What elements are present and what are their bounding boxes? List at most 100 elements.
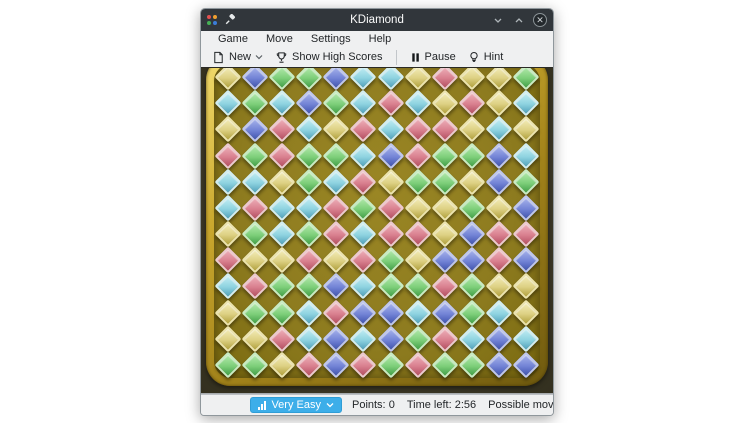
diamond-blue[interactable] xyxy=(241,116,268,143)
diamond-cyan[interactable] xyxy=(214,90,241,117)
diamond-red[interactable] xyxy=(486,221,513,248)
diamond-red[interactable] xyxy=(377,90,404,117)
diamond-cyan[interactable] xyxy=(268,90,295,117)
diamond-green[interactable] xyxy=(268,67,295,91)
diamond-green[interactable] xyxy=(323,90,350,117)
diamond-yellow[interactable] xyxy=(268,351,295,378)
pause-button[interactable]: Pause xyxy=(405,51,461,63)
diamond-red[interactable] xyxy=(404,221,431,248)
diamond-blue[interactable] xyxy=(513,194,540,221)
diamond-cyan[interactable] xyxy=(268,194,295,221)
diamond-cyan[interactable] xyxy=(214,168,241,195)
diamond-blue[interactable] xyxy=(486,351,513,378)
diamond-blue[interactable] xyxy=(377,325,404,352)
diamond-red[interactable] xyxy=(377,194,404,221)
diamond-yellow[interactable] xyxy=(431,221,458,248)
diamond-green[interactable] xyxy=(513,168,540,195)
diamond-cyan[interactable] xyxy=(296,116,323,143)
hint-button[interactable]: Hint xyxy=(463,51,509,64)
diamond-cyan[interactable] xyxy=(323,168,350,195)
diamond-red[interactable] xyxy=(268,142,295,169)
diamond-green[interactable] xyxy=(459,273,486,300)
diamond-green[interactable] xyxy=(268,273,295,300)
diamond-red[interactable] xyxy=(296,351,323,378)
diamond-green[interactable] xyxy=(241,90,268,117)
diamond-yellow[interactable] xyxy=(404,194,431,221)
diamond-red[interactable] xyxy=(350,247,377,274)
diamond-yellow[interactable] xyxy=(486,194,513,221)
diamond-cyan[interactable] xyxy=(377,67,404,91)
diamond-red[interactable] xyxy=(431,273,458,300)
diamond-yellow[interactable] xyxy=(486,67,513,91)
diamond-blue[interactable] xyxy=(486,168,513,195)
diamond-yellow[interactable] xyxy=(513,116,540,143)
diamond-cyan[interactable] xyxy=(268,221,295,248)
diamond-cyan[interactable] xyxy=(296,299,323,326)
diamond-green[interactable] xyxy=(296,67,323,91)
diamond-red[interactable] xyxy=(323,194,350,221)
diamond-yellow[interactable] xyxy=(431,90,458,117)
diamond-yellow[interactable] xyxy=(404,247,431,274)
diamond-blue[interactable] xyxy=(431,299,458,326)
diamond-cyan[interactable] xyxy=(377,116,404,143)
diamond-green[interactable] xyxy=(404,325,431,352)
diamond-blue[interactable] xyxy=(513,247,540,274)
maximize-icon[interactable] xyxy=(512,13,526,27)
diamond-cyan[interactable] xyxy=(350,90,377,117)
titlebar[interactable]: KDiamond ✕ xyxy=(201,9,553,31)
diamond-cyan[interactable] xyxy=(513,325,540,352)
diamond-board[interactable] xyxy=(214,67,540,378)
diamond-yellow[interactable] xyxy=(459,67,486,91)
diamond-yellow[interactable] xyxy=(214,116,241,143)
diamond-green[interactable] xyxy=(459,351,486,378)
diamond-red[interactable] xyxy=(350,351,377,378)
diamond-green[interactable] xyxy=(268,299,295,326)
diamond-blue[interactable] xyxy=(323,351,350,378)
diamond-cyan[interactable] xyxy=(296,194,323,221)
diamond-blue[interactable] xyxy=(459,247,486,274)
diamond-red[interactable] xyxy=(296,247,323,274)
pin-icon[interactable] xyxy=(224,14,236,26)
diamond-green[interactable] xyxy=(459,194,486,221)
diamond-yellow[interactable] xyxy=(486,90,513,117)
diamond-cyan[interactable] xyxy=(296,325,323,352)
new-game-button[interactable]: New xyxy=(207,51,268,64)
diamond-yellow[interactable] xyxy=(323,247,350,274)
diamond-cyan[interactable] xyxy=(350,325,377,352)
diamond-cyan[interactable] xyxy=(459,325,486,352)
diamond-cyan[interactable] xyxy=(486,116,513,143)
diamond-red[interactable] xyxy=(214,142,241,169)
diamond-cyan[interactable] xyxy=(513,142,540,169)
diamond-red[interactable] xyxy=(431,67,458,91)
diamond-cyan[interactable] xyxy=(241,168,268,195)
diamond-green[interactable] xyxy=(513,67,540,91)
diamond-blue[interactable] xyxy=(431,247,458,274)
diamond-blue[interactable] xyxy=(296,90,323,117)
diamond-blue[interactable] xyxy=(486,325,513,352)
diamond-red[interactable] xyxy=(350,168,377,195)
diamond-green[interactable] xyxy=(404,168,431,195)
diamond-red[interactable] xyxy=(268,325,295,352)
diamond-yellow[interactable] xyxy=(459,168,486,195)
diamond-green[interactable] xyxy=(404,273,431,300)
diamond-blue[interactable] xyxy=(350,299,377,326)
diamond-yellow[interactable] xyxy=(486,273,513,300)
diamond-green[interactable] xyxy=(377,247,404,274)
diamond-green[interactable] xyxy=(241,299,268,326)
diamond-cyan[interactable] xyxy=(350,221,377,248)
diamond-cyan[interactable] xyxy=(214,273,241,300)
diamond-yellow[interactable] xyxy=(431,194,458,221)
diamond-red[interactable] xyxy=(431,116,458,143)
diamond-blue[interactable] xyxy=(241,67,268,91)
diamond-blue[interactable] xyxy=(459,221,486,248)
diamond-green[interactable] xyxy=(323,142,350,169)
diamond-cyan[interactable] xyxy=(350,273,377,300)
diamond-blue[interactable] xyxy=(513,351,540,378)
diamond-blue[interactable] xyxy=(486,142,513,169)
diamond-yellow[interactable] xyxy=(268,168,295,195)
diamond-green[interactable] xyxy=(214,351,241,378)
diamond-cyan[interactable] xyxy=(486,299,513,326)
diamond-red[interactable] xyxy=(404,351,431,378)
diamond-yellow[interactable] xyxy=(323,116,350,143)
diamond-yellow[interactable] xyxy=(214,221,241,248)
